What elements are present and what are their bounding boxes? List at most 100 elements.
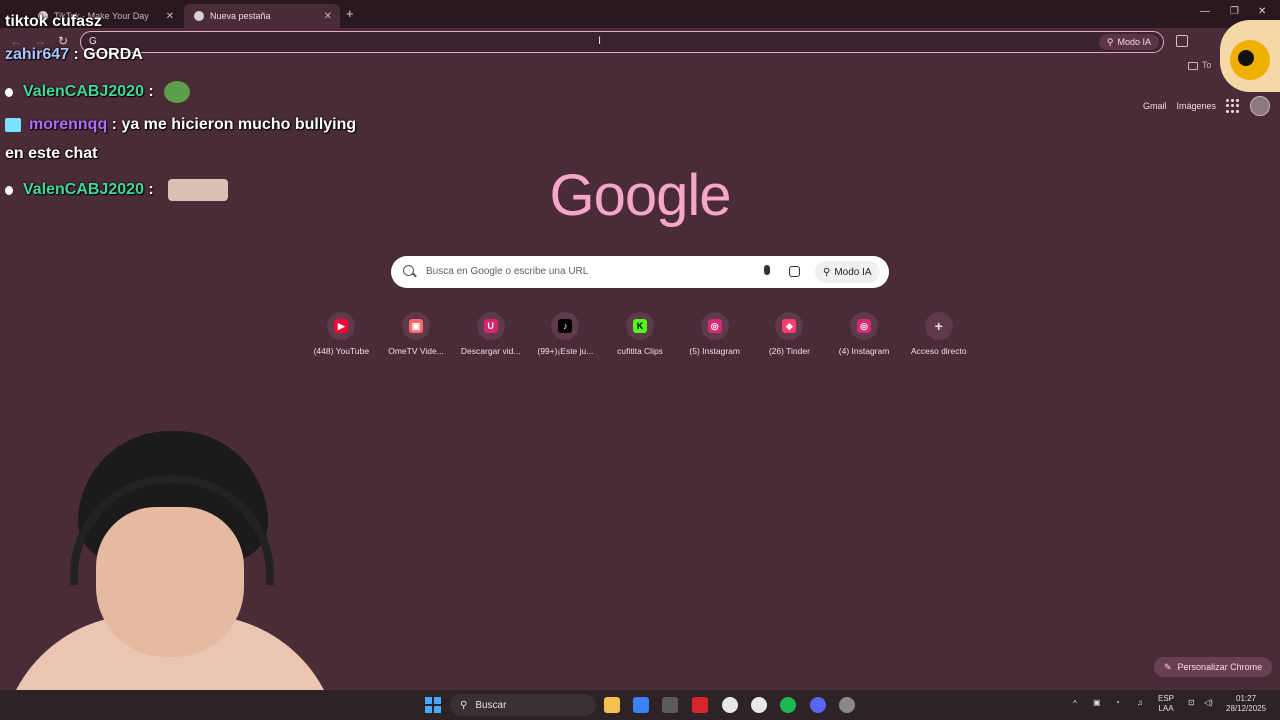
shortcut-tile[interactable]: ◆ (26) Tinder (752, 312, 827, 356)
shortcut-label: (99+)¡Este ju... (537, 346, 594, 356)
instagram-icon: ◎ (857, 319, 872, 333)
language-code: ESP (1158, 694, 1175, 703)
tray-volume-icon[interactable]: ◁) (1204, 698, 1213, 708)
google-top-links: Gmail Imágenes (1143, 96, 1270, 116)
chat-username: zahir647 (5, 46, 70, 63)
ometv-icon: ▣ (409, 319, 423, 333)
sparkle-search-icon: ⚲ (1106, 36, 1114, 47)
shortcut-label: (448) YouTube (313, 346, 370, 356)
shortcut-tile[interactable]: ▣ OmeTV Vide... (379, 312, 454, 356)
extensions-icon[interactable] (1176, 35, 1188, 47)
shortcut-tile[interactable]: ♪ (99+)¡Este ju... (528, 312, 603, 356)
shortcut-icon-circle: ♪ (551, 312, 580, 340)
shortcut-tiles: ▶ (448) YouTube ▣ OmeTV Vide... U Descargar v… (304, 312, 976, 356)
tinder-icon: ◆ (782, 319, 797, 333)
personalize-label: Personalizar Chrome (1177, 662, 1263, 672)
chat-separator: : (107, 116, 122, 133)
shortcut-tile[interactable]: ◎ (4) Instagram (827, 312, 902, 356)
chat-message: zahir647 : GORDA (5, 46, 143, 64)
copilot-icon[interactable] (633, 697, 649, 713)
images-link[interactable]: Imágenes (1176, 101, 1216, 111)
wps-office-icon[interactable] (692, 697, 708, 713)
chat-separator: : (69, 46, 84, 63)
language-indicator[interactable]: ESP LAA (1158, 694, 1174, 714)
tray-wifi-icon[interactable]: ◔ (1115, 698, 1120, 708)
minimize-icon[interactable]: — (1200, 6, 1210, 17)
face-emote-icon (168, 179, 229, 201)
sparkle-search-icon: ⚲ (823, 266, 831, 278)
chrome-profile-icon[interactable] (751, 697, 767, 713)
shortcut-label: (5) Instagram (689, 346, 740, 356)
tray-chevron-icon[interactable]: ^ (1073, 699, 1077, 709)
tray-network-icon[interactable]: ⊡ (1188, 698, 1195, 708)
clock-date: 28/12/2025 (1226, 704, 1267, 713)
webcam-person-face (96, 507, 244, 657)
tiktok-icon: ♪ (558, 319, 573, 333)
taskbar-search[interactable]: ⚲ Buscar (450, 694, 596, 716)
language-layout: LAA (1158, 704, 1174, 713)
chat-username: morennqq (29, 116, 108, 133)
shortcut-tile[interactable]: U Descargar vid... (453, 312, 528, 356)
chat-message: ValenCABJ2020 : (5, 179, 229, 201)
start-button-icon[interactable] (425, 697, 441, 713)
chat-username: ValenCABJ2020 (23, 83, 144, 101)
discord-icon[interactable] (810, 697, 826, 713)
shortcut-icon-circle: ◆ (775, 312, 804, 340)
kick-icon: K (633, 319, 648, 333)
shortcut-tile[interactable]: + Acceso directo (901, 312, 976, 356)
taskbar-search-label: Buscar (475, 699, 507, 711)
chrome-icon[interactable] (722, 697, 738, 713)
shortcut-label: Descargar vid... (460, 346, 521, 356)
avatar-dot-icon (1238, 50, 1254, 66)
subscriber-badge-icon (5, 117, 21, 132)
youtube-icon: ▶ (334, 319, 349, 333)
microphone-icon[interactable] (764, 265, 770, 275)
bookmark-folder-label[interactable]: To (1202, 60, 1212, 70)
spotify-icon[interactable] (780, 697, 796, 713)
bookmarks-bar: To (1188, 60, 1212, 70)
shortcut-icon-circle: K (626, 312, 655, 340)
store-icon[interactable] (662, 697, 678, 713)
search-icon: ⚲ (460, 699, 468, 711)
taskbar-clock[interactable]: 01:27 28/12/2025 (1226, 694, 1266, 714)
window-close-icon[interactable]: ✕ (1258, 6, 1266, 17)
obs-icon[interactable] (839, 697, 855, 713)
shortcut-label: (26) Tinder (768, 346, 810, 356)
tray-mic-icon[interactable]: ♫ (1137, 698, 1143, 708)
google-search-box[interactable]: Busca en Google o escribe una URL ⚲ Modo… (391, 256, 889, 288)
personalize-chrome-button[interactable]: ✎ Personalizar Chrome (1154, 657, 1273, 677)
gmail-link[interactable]: Gmail (1143, 101, 1167, 111)
file-explorer-icon[interactable] (604, 697, 620, 713)
shortcut-label: cufitita Clips (617, 346, 663, 356)
overlay-title: tiktok cufasz (5, 13, 102, 30)
tray-app-icon[interactable]: ▣ (1093, 698, 1101, 708)
chat-badge-icon (5, 87, 13, 97)
google-lens-icon[interactable] (789, 266, 800, 277)
maximize-icon[interactable]: ❐ (1230, 6, 1239, 17)
google-apps-icon[interactable] (1226, 99, 1240, 113)
clock-time: 01:27 (1236, 694, 1257, 703)
pencil-icon: ✎ (1164, 661, 1172, 672)
text-cursor-icon: I (598, 35, 602, 47)
streamer-avatar (1220, 20, 1280, 92)
frog-emote-icon (164, 81, 191, 103)
chat-text: GORDA (83, 46, 143, 63)
shortcut-label: OmeTV Vide... (388, 346, 444, 356)
download-icon: U (483, 319, 498, 333)
windows-taskbar: ⚲ Buscar (0, 690, 1280, 720)
search-modo-ia-label: Modo IA (834, 266, 872, 278)
shortcut-label: (4) Instagram (838, 346, 890, 356)
search-modo-ia-button[interactable]: ⚲ Modo IA (815, 261, 880, 283)
shortcut-tile[interactable]: Kcufitita Clips (603, 312, 678, 356)
shortcut-tile[interactable]: ▶ (448) YouTube (304, 312, 379, 356)
chat-username: ValenCABJ2020 (23, 181, 144, 199)
shortcut-label: Acceso directo (910, 346, 967, 356)
stream-chat-overlay: tiktok cufasz zahir647 : GORDA ValenCABJ… (0, 0, 420, 210)
shortcut-icon-circle: ▶ (327, 312, 356, 340)
chat-text: ya me hicieron mucho bullying (121, 116, 357, 133)
chat-badge-icon (5, 185, 13, 195)
modo-ia-button[interactable]: ⚲ Modo IA (1098, 34, 1159, 50)
profile-avatar[interactable] (1250, 96, 1270, 116)
shortcut-icon-circle: + (924, 312, 953, 340)
shortcut-tile[interactable]: ◎ (5) Instagram (677, 312, 752, 356)
